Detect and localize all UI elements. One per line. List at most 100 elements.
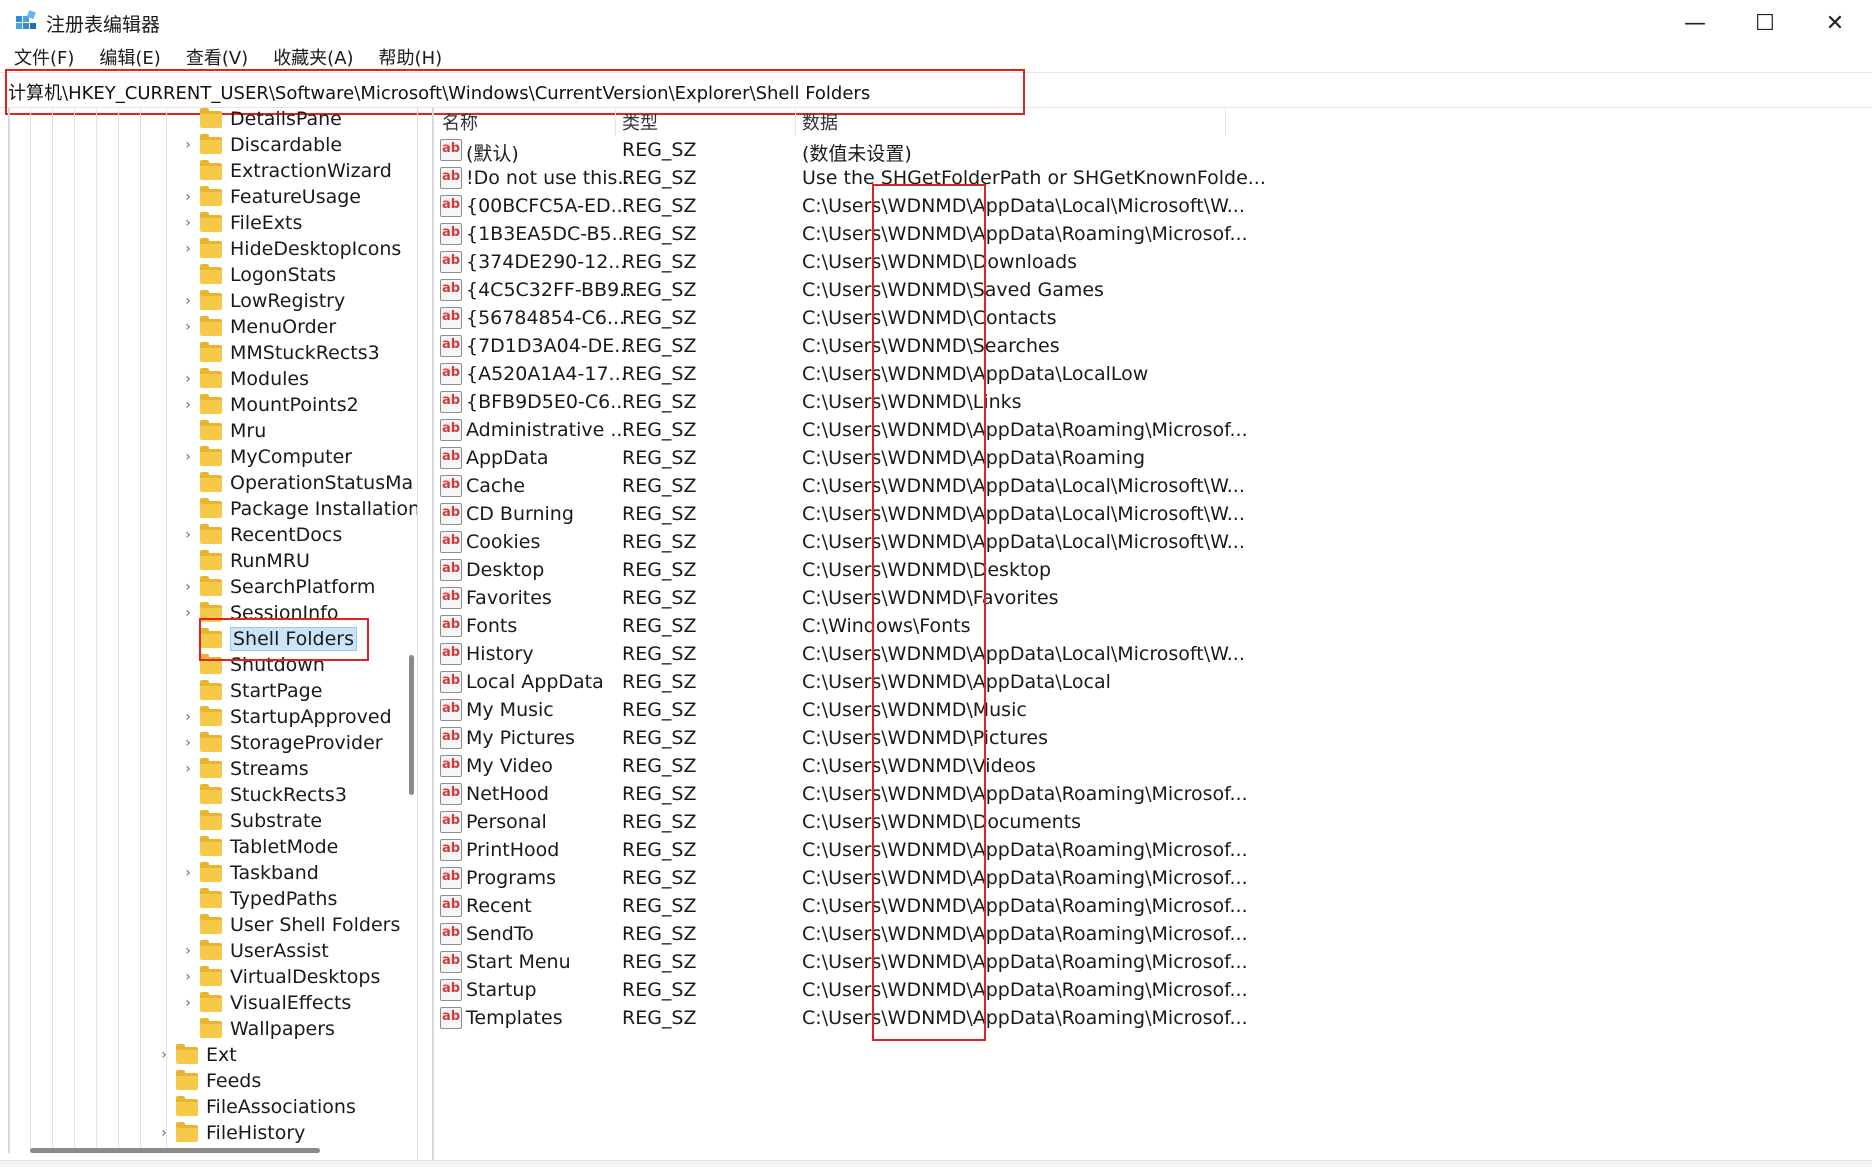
tree-item-label: StartPage [230,680,323,702]
chevron-right-icon[interactable]: › [156,1047,172,1063]
chevron-right-icon[interactable]: › [180,865,196,881]
tree-item[interactable]: ›MMStuckRects3 [180,340,380,366]
maximize-button[interactable]: ☐ [1730,0,1800,46]
tree-item-label: FileAssociations [206,1096,356,1118]
chevron-right-icon[interactable]: › [180,371,196,387]
string-value-icon: ab [440,811,462,833]
value-type: REG_SZ [622,895,697,917]
value-type: REG_SZ [622,419,697,441]
value-type: REG_SZ [622,643,697,665]
value-name: {00BCFC5A-ED... [466,195,629,217]
tree-item[interactable]: › HideDesktopIcons [180,236,401,262]
tree-item-label: DetailsPane [230,108,342,130]
chevron-right-icon[interactable]: › [180,137,196,153]
value-row[interactable]: ab (默认) REG_SZ (数值未设置) [436,137,1436,165]
column-header-type[interactable]: 类型 [616,108,796,136]
chevron-right-icon[interactable]: › [180,761,196,777]
shell-folders-annotation-box [199,618,369,661]
tree-item[interactable]: › FileExts [180,210,302,236]
chevron-right-icon[interactable]: › [180,189,196,205]
tree-item-label: VisualEffects [230,992,352,1014]
tree-item[interactable]: › VirtualDesktops [180,964,380,990]
tree-item[interactable]: ›OperationStatusMa [180,470,413,496]
value-type: REG_SZ [622,867,697,889]
tree-item[interactable]: › Ext [156,1042,237,1068]
tree-item-label: Modules [230,368,309,390]
folder-icon [200,393,222,414]
chevron-right-icon[interactable]: › [180,397,196,413]
tree-item[interactable]: › Modules [180,366,309,392]
folder-icon [200,237,222,258]
value-type: REG_SZ [622,727,697,749]
chevron-right-icon[interactable]: › [180,735,196,751]
tree-vertical-scrollbar[interactable] [409,655,414,795]
tree-item[interactable]: ›StartPage [180,678,322,704]
tree-item[interactable]: ›TabletMode [180,834,338,860]
chevron-right-icon[interactable]: › [180,527,196,543]
chevron-right-icon[interactable]: › [180,241,196,257]
minimize-button[interactable]: — [1660,0,1730,46]
chevron-right-icon[interactable]: › [180,995,196,1011]
tree-item[interactable]: ›Package Installation [180,496,417,522]
folder-icon [200,263,222,284]
tree-item-label: Feeds [206,1070,262,1092]
column-header-data[interactable]: 数据 [796,108,1226,136]
value-type: REG_SZ [622,223,697,245]
tree-item[interactable]: ›TypedPaths [180,886,337,912]
chevron-right-icon[interactable]: › [180,943,196,959]
value-data: C:\Users\WDNMD\AppData\Roaming\Microsof.… [802,895,1248,917]
tree-item[interactable]: › VisualEffects [180,990,351,1016]
tree-item[interactable]: › StorageProvider [180,730,383,756]
tree-item[interactable]: ›Mru [180,418,266,444]
tree-item[interactable]: ›StuckRects3 [180,782,347,808]
column-header-name[interactable]: 名称 [436,108,616,136]
tree-item[interactable]: ›Substrate [180,808,322,834]
tree-item[interactable]: › RecentDocs [180,522,342,548]
chevron-right-icon[interactable]: › [180,579,196,595]
chevron-right-icon[interactable]: › [180,605,196,621]
tree-item[interactable]: › MenuOrder [180,314,336,340]
chevron-right-icon[interactable]: › [180,969,196,985]
tree-item[interactable]: › Discardable [180,132,342,158]
chevron-right-icon[interactable]: › [180,449,196,465]
value-name: Local AppData [466,671,604,693]
tree-item[interactable]: ›FileAssociations [156,1094,356,1120]
pane-splitter[interactable] [432,108,434,1160]
value-type: REG_SZ [622,531,697,553]
tree-item[interactable]: ›ExtractionWizard [180,158,392,184]
tree-item-label: FileHistory [206,1122,306,1144]
tree-item[interactable]: ›User Shell Folders [180,912,400,938]
tree-item[interactable]: › Taskband [180,860,319,886]
value-name: My Video [466,755,553,777]
tree-item[interactable]: ›RunMRU [180,548,310,574]
chevron-right-icon[interactable]: › [180,293,196,309]
value-type: REG_SZ [622,783,697,805]
tree-item[interactable]: ›LogonStats [180,262,336,288]
tree-item[interactable]: › LowRegistry [180,288,345,314]
chevron-right-icon[interactable]: › [180,319,196,335]
tree-item[interactable]: ›Feeds [156,1068,261,1094]
tree-item[interactable]: › Streams [180,756,309,782]
close-button[interactable]: ✕ [1800,0,1870,46]
close-icon: ✕ [1825,10,1845,36]
tree-item[interactable]: › StartupApproved [180,704,392,730]
chevron-right-icon[interactable]: › [180,215,196,231]
tree-item-label: MyComputer [230,446,353,468]
tree-horizontal-scrollbar[interactable] [30,1148,320,1153]
tree-item[interactable]: ›DetailsPane [180,108,342,132]
tree-item[interactable]: › FileHistory [156,1120,305,1146]
tree-item[interactable]: › UserAssist [180,938,329,964]
folder-icon [200,861,222,882]
value-data: C:\Users\WDNMD\AppData\Roaming\Microsof.… [802,783,1248,805]
string-value-icon: ab [440,279,462,301]
tree-item-label: FileExts [230,212,303,234]
tree-item[interactable]: › FeatureUsage [180,184,361,210]
tree-item[interactable]: › MountPoints2 [180,392,359,418]
tree-item[interactable]: › SearchPlatform [180,574,375,600]
chevron-right-icon[interactable]: › [180,709,196,725]
tree-item[interactable]: › MyComputer [180,444,352,470]
tree-item[interactable]: ›Wallpapers [180,1016,335,1042]
value-type: REG_SZ [622,363,697,385]
chevron-right-icon[interactable]: › [156,1125,172,1141]
folder-icon [200,1017,222,1038]
